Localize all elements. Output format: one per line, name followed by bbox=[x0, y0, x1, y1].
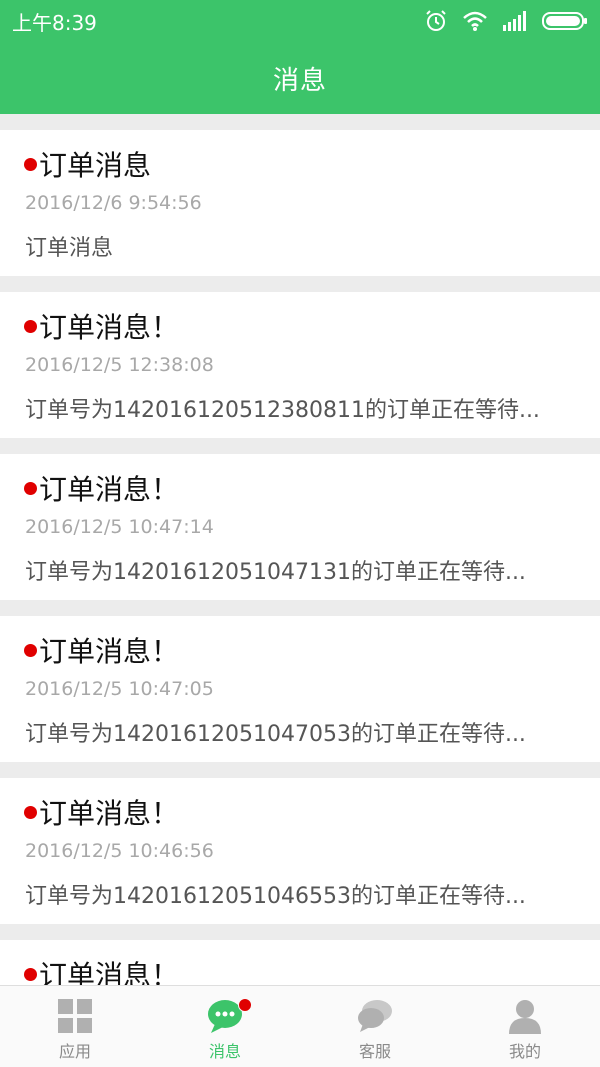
message-item[interactable]: 订单消息 2016/12/6 9:54:56 订单消息 bbox=[0, 130, 600, 276]
wifi-icon bbox=[463, 11, 487, 31]
service-chat-icon bbox=[358, 1000, 392, 1032]
message-body: 订单号为14201612051238081​1的订单正在等待... bbox=[25, 398, 540, 423]
message-title-text: 订单消息！ bbox=[39, 635, 180, 668]
unread-dot bbox=[24, 319, 37, 333]
message-list[interactable]: 订单消息 2016/12/6 9:54:56 订单消息 订单消息！ 2016/1… bbox=[0, 114, 600, 985]
message-item[interactable]: 订单消息！ 2016/12/5 12:38:08 订单号为14201612051… bbox=[0, 292, 600, 438]
tab-profile[interactable]: 我的 bbox=[450, 986, 600, 1067]
message-item[interactable]: 订单消息！ 2016/12/5 10:47:14 订单号为14201612051… bbox=[0, 454, 600, 600]
message-title: 订单消息！ bbox=[24, 630, 179, 670]
user-icon bbox=[509, 1000, 541, 1034]
app-root: 上午8:39 消息 订单消息 2016/12/6 9:54:56 订单消息 订单… bbox=[0, 0, 600, 1067]
tab-bar: 应用 消息 客服 我的 bbox=[0, 985, 600, 1067]
tab-label: 应用 bbox=[58, 1042, 91, 1061]
message-time: 2016/12/5 10:47:05 bbox=[25, 678, 214, 700]
tab-apps[interactable]: 应用 bbox=[0, 986, 150, 1067]
message-time: 2016/12/5 10:46:56 bbox=[25, 840, 214, 862]
message-time: 2016/12/6 9:54:56 bbox=[25, 192, 202, 214]
message-item[interactable]: 订单消息！ 2016/12/5 10:46:56 订单号为14201612051… bbox=[0, 778, 600, 924]
message-title-text: 订单消息！ bbox=[39, 473, 180, 506]
tab-label: 客服 bbox=[358, 1042, 391, 1061]
message-body: 订单消息 bbox=[25, 236, 114, 261]
status-time: 上午8:39 bbox=[12, 10, 97, 35]
message-body: 订单号为14201612051046553的订单正在等待... bbox=[25, 884, 526, 909]
message-title: 订单消息 bbox=[24, 144, 151, 184]
status-bar: 上午8:39 bbox=[0, 0, 600, 42]
tab-badge bbox=[238, 998, 252, 1012]
unread-dot bbox=[24, 805, 37, 819]
unread-dot bbox=[24, 967, 37, 981]
message-time: 2016/12/5 10:47:14 bbox=[25, 516, 214, 538]
message-title: 订单消息！ bbox=[24, 954, 179, 985]
message-title-text: 订单消息！ bbox=[39, 311, 180, 344]
message-item[interactable]: 订单消息！ bbox=[0, 940, 600, 985]
unread-dot bbox=[24, 643, 37, 657]
grid-icon bbox=[58, 999, 92, 1033]
page-title: 消息 bbox=[272, 65, 327, 96]
message-title: 订单消息！ bbox=[24, 468, 179, 508]
message-body: 订单号为14201612051047053的订单正在等待... bbox=[25, 722, 526, 747]
message-time: 2016/12/5 12:38:08 bbox=[25, 354, 214, 376]
message-body: 订单号为14201612051047131的订单正在等待... bbox=[25, 560, 526, 585]
message-title-text: 订单消息 bbox=[39, 149, 152, 182]
tab-label: 我的 bbox=[508, 1042, 541, 1061]
unread-dot bbox=[24, 157, 37, 171]
tab-messages[interactable]: 消息 bbox=[150, 986, 300, 1067]
unread-dot bbox=[24, 481, 37, 495]
header: 消息 bbox=[0, 42, 600, 114]
message-item[interactable]: 订单消息！ 2016/12/5 10:47:05 订单号为14201612051… bbox=[0, 616, 600, 762]
message-title: 订单消息！ bbox=[24, 306, 179, 346]
battery-icon bbox=[542, 12, 587, 30]
message-title: 订单消息！ bbox=[24, 792, 179, 832]
status-icons bbox=[424, 9, 588, 33]
alarm-icon bbox=[426, 10, 446, 31]
signal-icon bbox=[503, 11, 526, 31]
message-title-text: 订单消息！ bbox=[39, 959, 180, 985]
tab-service[interactable]: 客服 bbox=[300, 986, 450, 1067]
message-title-text: 订单消息！ bbox=[39, 797, 180, 830]
tab-label: 消息 bbox=[208, 1042, 241, 1061]
